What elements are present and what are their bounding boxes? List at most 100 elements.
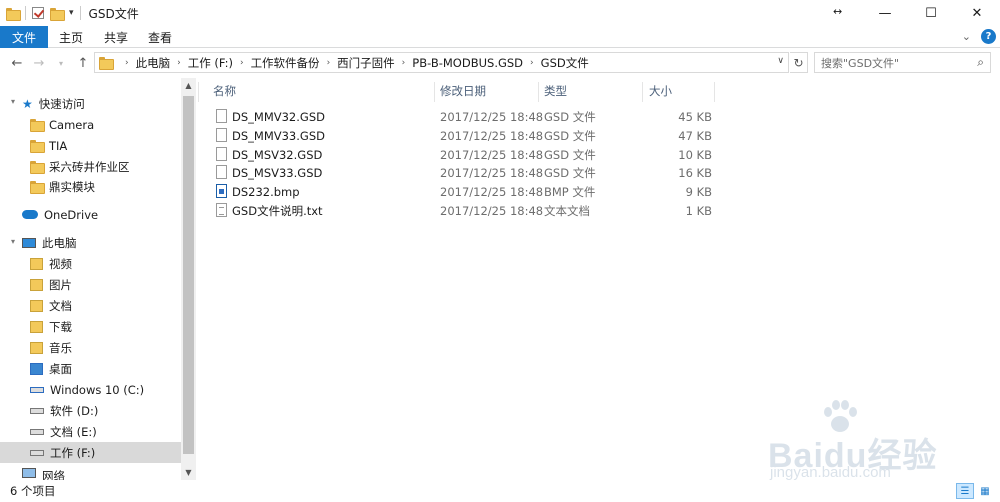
file-name: GSD文件说明.txt xyxy=(232,203,323,218)
nav-item-drive-c[interactable]: Windows 10 (C:) xyxy=(0,379,181,400)
network-icon xyxy=(22,468,36,478)
nav-item-modules[interactable]: 鼎实模块 xyxy=(0,176,181,197)
view-toggle: ☰ ▦ xyxy=(956,483,994,499)
column-header-date[interactable]: 修改日期 xyxy=(440,83,486,99)
table-row[interactable]: GSD文件说明.txt 2017/12/25 18:48 文本文档 1 KB xyxy=(212,201,712,220)
file-type: GSD 文件 xyxy=(544,165,596,180)
tab-file[interactable]: 文件 xyxy=(0,26,48,48)
recent-locations-icon[interactable]: ▾ xyxy=(50,59,72,68)
address-dropdown-icon[interactable]: ∨ xyxy=(777,56,784,66)
breadcrumb-item[interactable]: GSD文件 xyxy=(541,55,589,71)
videos-icon xyxy=(30,257,43,270)
column-header-name[interactable]: 名称 xyxy=(213,83,236,99)
search-input[interactable]: 搜索"GSD文件" ⌕ xyxy=(814,52,991,73)
nav-item-camera[interactable]: Camera xyxy=(0,114,181,135)
breadcrumb-item[interactable]: 西门子固件 xyxy=(337,55,395,71)
up-arrow-icon[interactable]: ↑ xyxy=(72,56,94,71)
table-row[interactable]: DS232.bmp 2017/12/25 18:48 BMP 文件 9 KB xyxy=(212,182,712,201)
nav-item-drive-f[interactable]: 工作 (F:) xyxy=(0,442,181,463)
file-size: 45 KB xyxy=(678,109,712,124)
nav-item-videos[interactable]: 视频 xyxy=(0,253,181,274)
nav-quick-access[interactable]: ★ 快速访问 xyxy=(0,93,181,114)
address-bar[interactable]: › 此电脑 › 工作 (F:) › 工作软件备份 › 西门子固件 › PB-B-… xyxy=(94,52,789,73)
drive-icon xyxy=(30,428,44,435)
chevron-right-icon[interactable]: › xyxy=(530,58,534,68)
forward-arrow-icon[interactable]: → xyxy=(28,56,50,71)
file-date: 2017/12/25 18:48 xyxy=(440,109,544,124)
maximize-button[interactable]: ☐ xyxy=(908,0,954,26)
customize-toolbar-icon[interactable]: ▾ xyxy=(69,8,74,18)
chevron-right-icon[interactable]: › xyxy=(177,58,181,68)
scroll-down-icon[interactable]: ▼ xyxy=(181,468,196,477)
column-header-type[interactable]: 类型 xyxy=(544,83,567,99)
nav-onedrive[interactable]: OneDrive xyxy=(0,204,181,225)
new-folder-icon[interactable] xyxy=(50,7,65,21)
file-type: GSD 文件 xyxy=(544,147,596,162)
nav-item-work-area[interactable]: 采六砖井作业区 xyxy=(0,156,181,177)
refresh-button[interactable]: ↻ xyxy=(790,52,808,73)
nav-item-documents[interactable]: 文档 xyxy=(0,295,181,316)
folder-icon xyxy=(30,140,45,153)
music-icon xyxy=(30,341,43,354)
divider xyxy=(642,82,643,102)
computer-icon xyxy=(22,237,36,248)
nav-label: OneDrive xyxy=(44,207,99,222)
minimize-button[interactable]: — xyxy=(862,0,908,26)
scrollbar-thumb[interactable] xyxy=(183,96,194,454)
item-count: 6 个项目 xyxy=(10,484,56,498)
properties-icon[interactable] xyxy=(32,7,44,19)
breadcrumb-item[interactable]: 工作软件备份 xyxy=(251,55,320,71)
back-arrow-icon[interactable]: ← xyxy=(6,56,28,71)
divider xyxy=(25,6,26,20)
tab-home[interactable]: 主页 xyxy=(48,26,94,48)
window-controls: — ☐ ✕ xyxy=(862,0,1000,26)
breadcrumb-item[interactable]: 工作 (F:) xyxy=(188,55,233,71)
nav-item-desktop[interactable]: 桌面 xyxy=(0,358,181,379)
nav-item-music[interactable]: 音乐 xyxy=(0,337,181,358)
nav-label: Camera xyxy=(49,117,95,132)
column-header-size[interactable]: 大小 xyxy=(649,83,672,99)
table-row[interactable]: DS_MSV33.GSD 2017/12/25 18:48 GSD 文件 16 … xyxy=(212,163,712,182)
file-date: 2017/12/25 18:48 xyxy=(440,128,544,143)
close-button[interactable]: ✕ xyxy=(954,0,1000,26)
nav-item-drive-d[interactable]: 软件 (D:) xyxy=(0,400,181,421)
table-row[interactable]: DS_MMV32.GSD 2017/12/25 18:48 GSD 文件 45 … xyxy=(212,107,712,126)
nav-item-tia[interactable]: TIA xyxy=(0,135,181,156)
nav-this-pc[interactable]: 此电脑 xyxy=(0,232,181,253)
chevron-right-icon[interactable]: › xyxy=(327,58,331,68)
nav-item-pictures[interactable]: 图片 xyxy=(0,274,181,295)
file-icon xyxy=(216,165,227,179)
search-placeholder: 搜索"GSD文件" xyxy=(821,56,900,70)
chevron-right-icon[interactable]: › xyxy=(125,58,129,68)
scroll-up-icon[interactable]: ▲ xyxy=(181,81,196,90)
nav-scrollbar[interactable]: ▲ ▼ xyxy=(181,78,196,480)
divider xyxy=(434,82,435,102)
nav-label: 工作 (F:) xyxy=(50,445,96,460)
breadcrumb-item[interactable]: PB-B-MODBUS.GSD xyxy=(412,56,523,70)
breadcrumb-item[interactable]: 此电脑 xyxy=(136,55,171,71)
large-icons-view-icon[interactable]: ▦ xyxy=(976,483,994,499)
file-name: DS_MSV33.GSD xyxy=(232,165,323,180)
file-type: GSD 文件 xyxy=(544,128,596,143)
nav-network[interactable]: 网络 xyxy=(0,468,181,480)
desktop-icon xyxy=(30,362,43,375)
ribbon-controls: ⌄ ? xyxy=(962,29,996,44)
nav-item-downloads[interactable]: 下载 xyxy=(0,316,181,337)
search-icon[interactable]: ⌕ xyxy=(977,55,984,70)
chevron-right-icon[interactable]: › xyxy=(240,58,244,68)
details-view-icon[interactable]: ☰ xyxy=(956,483,974,499)
help-icon[interactable]: ? xyxy=(981,29,996,44)
quick-access-toolbar: ▾ xyxy=(0,6,81,21)
chevron-right-icon[interactable]: › xyxy=(402,58,406,68)
navigation-pane: ▾ ★ 快速访问 Camera TIA 采六砖井作业区 鼎实模块 OneDriv… xyxy=(0,78,196,480)
drive-icon xyxy=(30,386,44,393)
tab-share[interactable]: 共享 xyxy=(94,26,138,48)
divider xyxy=(538,82,539,102)
table-row[interactable]: DS_MSV32.GSD 2017/12/25 18:48 GSD 文件 10 … xyxy=(212,145,712,164)
expand-ribbon-icon[interactable]: ⌄ xyxy=(962,30,971,43)
table-row[interactable]: DS_MMV33.GSD 2017/12/25 18:48 GSD 文件 47 … xyxy=(212,126,712,145)
tab-view[interactable]: 查看 xyxy=(138,26,182,48)
folder-icon xyxy=(30,181,45,194)
resize-icon: ↔ xyxy=(833,5,843,18)
nav-item-drive-e[interactable]: 文档 (E:) xyxy=(0,421,181,442)
